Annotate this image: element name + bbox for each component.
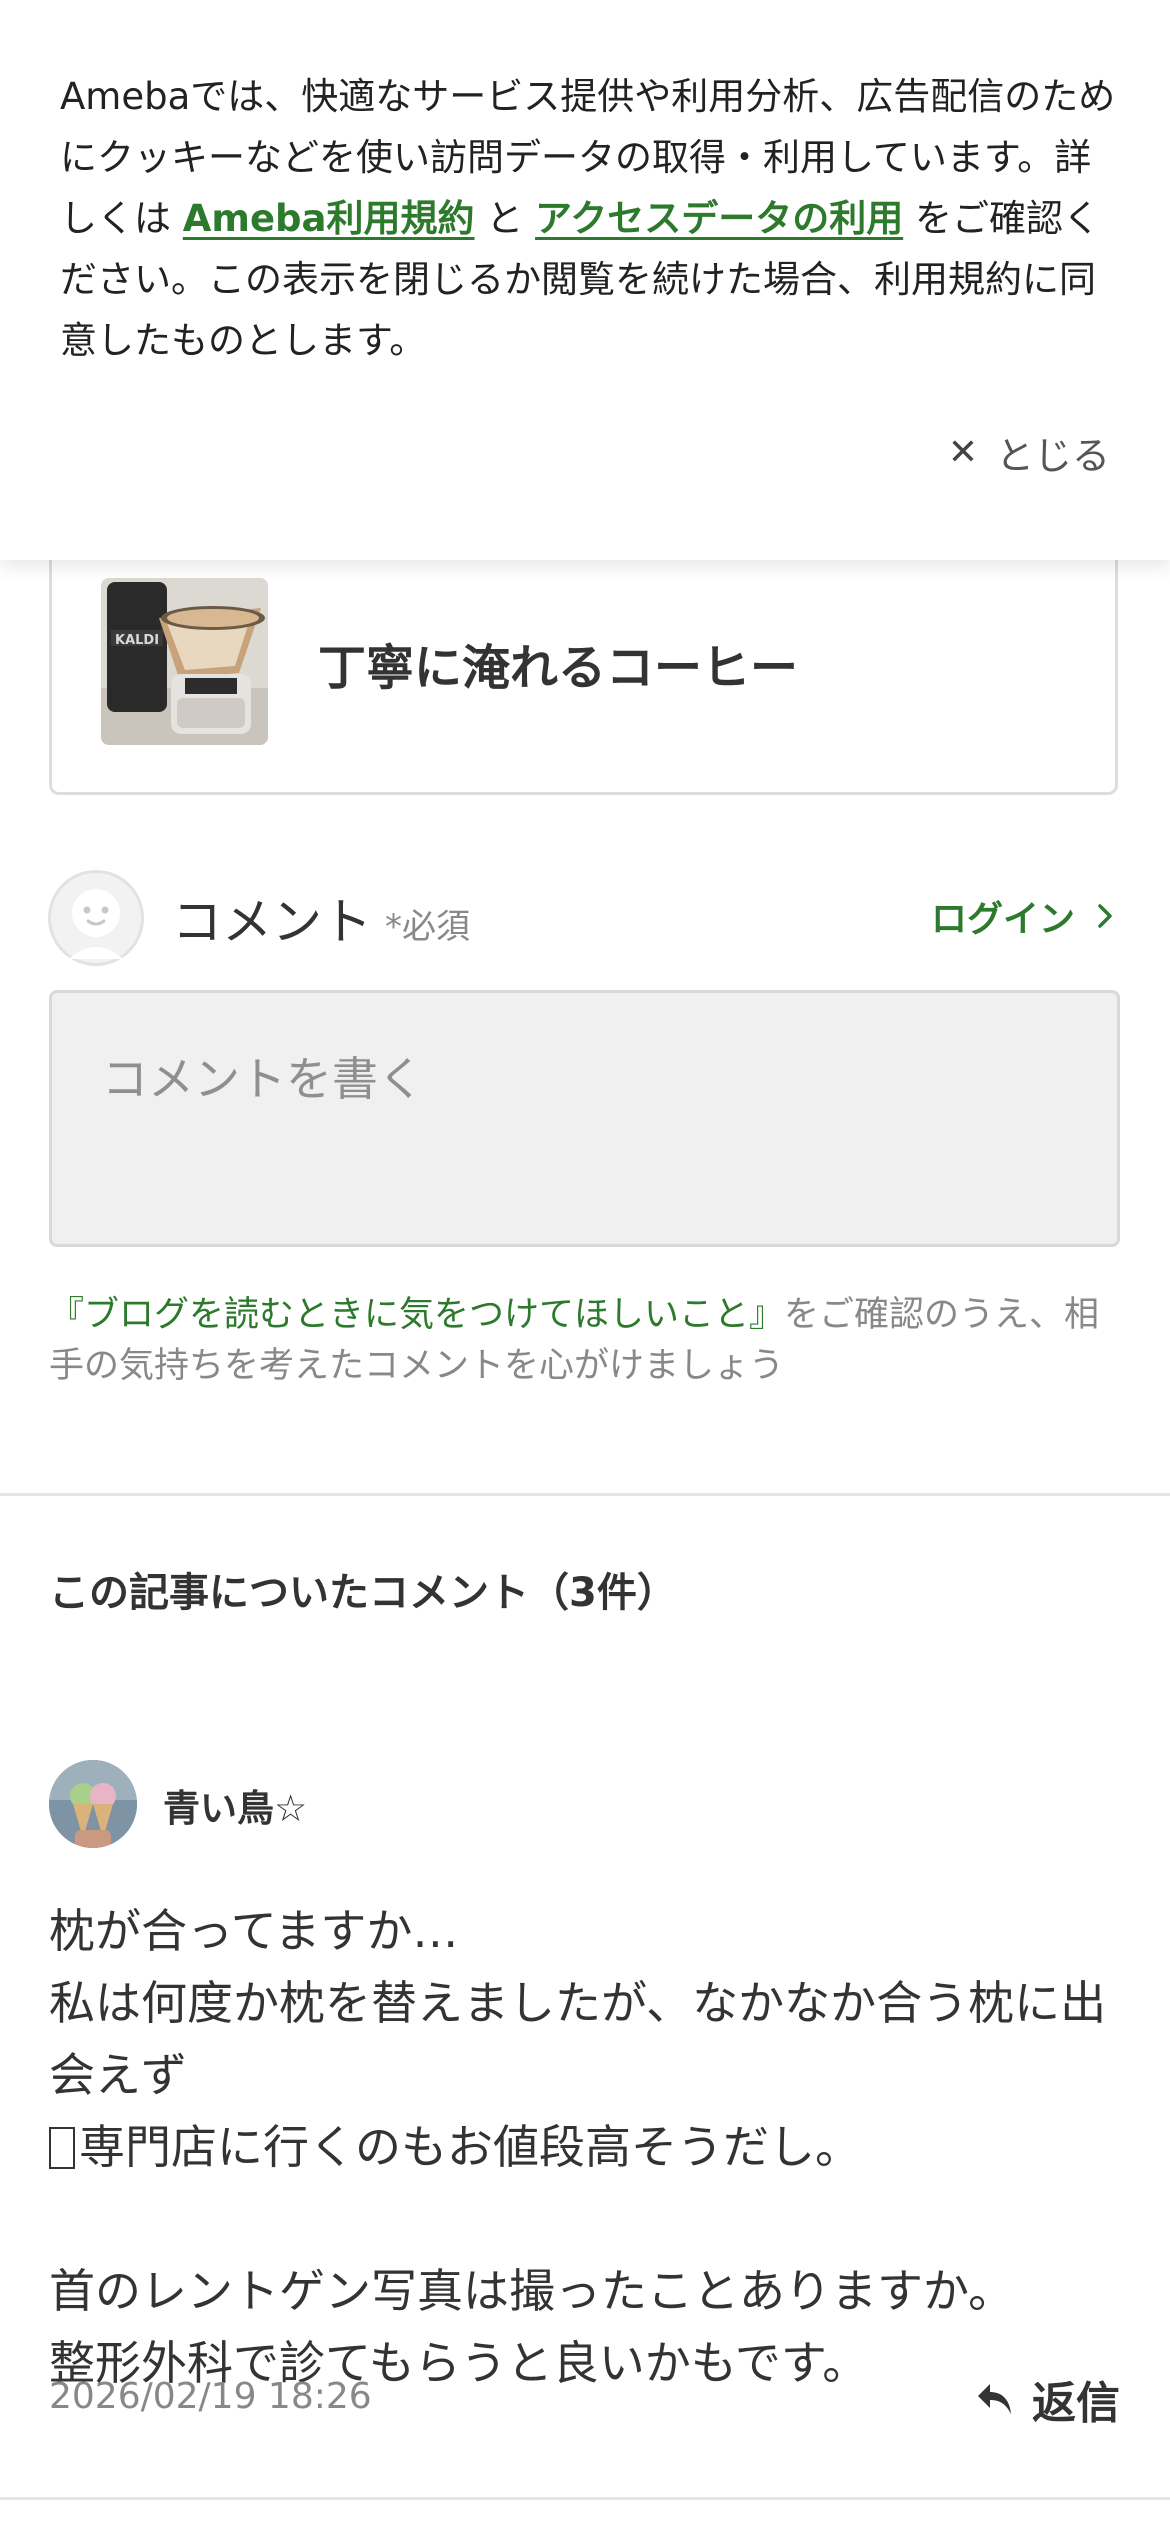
commenter-avatar[interactable] [49, 1760, 137, 1848]
close-icon: ✕ [947, 432, 978, 473]
svg-text:KALDI: KALDI [115, 633, 159, 648]
reply-arrow-icon [978, 2384, 1011, 2414]
avatar-image [49, 1760, 137, 1848]
comment-line: 首のレントゲン写真は撮ったことありますか。 [49, 2264, 1015, 2318]
cookie-banner: Amebaでは、快適なサービス提供や利用分析、広告配信のためにクッキーなどを使い… [0, 0, 1170, 560]
comment-line-part: 専門店に行くのもお値段高そうだし。 [79, 2120, 861, 2174]
comment-input[interactable] [49, 990, 1120, 1247]
article-title: 丁寧に淹れるコーヒー [318, 640, 799, 696]
reply-button[interactable]: 返信 [976, 2367, 1120, 2431]
comment-divider [0, 2497, 1170, 2500]
guideline-link[interactable]: 『ブログを読むときに気をつけてほしいこと』 [49, 1295, 784, 1335]
access-data-link[interactable]: アクセスデータの利用 [535, 197, 903, 240]
comment-line: 枕が合ってますか… [49, 1904, 459, 1958]
section-divider [0, 1493, 1170, 1496]
cookie-close-button[interactable]: ✕ とじる [948, 425, 1110, 480]
cookie-notice-text: Amebaでは、快適なサービス提供や利用分析、広告配信のためにクッキーなどを使い… [60, 66, 1120, 371]
commenter-name[interactable]: 青い鳥☆ [163, 1778, 307, 1832]
comment-date: 2026/02/19 18:26 [49, 2376, 372, 2417]
comment-body: 枕が合ってますか… 私は何度か枕を替えましたが、なかなか合う枕に出会えず 専門店… [49, 1895, 1129, 2399]
comment-line: 私は何度か枕を替えましたが、なかなか合う枕に出会えず [49, 1967, 1129, 2111]
comment-guideline: 『ブログを読むときに気をつけてほしいこと』をご確認のうえ、相手の気持ちを考えたコ… [49, 1290, 1129, 1392]
comments-heading: この記事についたコメント（3件） [49, 1570, 677, 1616]
comment-line: 専門店に行くのもお値段高そうだし。 [49, 2111, 1129, 2183]
reply-label: 返信 [1032, 2378, 1120, 2429]
default-avatar [48, 870, 144, 966]
coffee-photo-image: KALDI [101, 578, 268, 745]
required-label: *必須 [385, 907, 470, 947]
login-label: ログイン [930, 899, 1075, 940]
cookie-text-part2: と [474, 197, 536, 240]
emoji-placeholder-icon [49, 2127, 75, 2169]
terms-link[interactable]: Ameba利用規約 [183, 197, 475, 240]
chevron-right-icon [1098, 904, 1112, 928]
comment-line-part: 私は何度か枕を替えましたが、なかなか合う枕に出会えず [49, 1976, 1107, 2102]
login-link[interactable]: ログイン [931, 890, 1115, 942]
comment-heading: コメント [172, 893, 372, 951]
related-article-card[interactable]: KALDI 丁寧に淹れるコーヒー [49, 530, 1118, 795]
cookie-close-label: とじる [995, 434, 1110, 478]
face-icon [69, 889, 123, 959]
article-thumbnail: KALDI [101, 578, 268, 745]
